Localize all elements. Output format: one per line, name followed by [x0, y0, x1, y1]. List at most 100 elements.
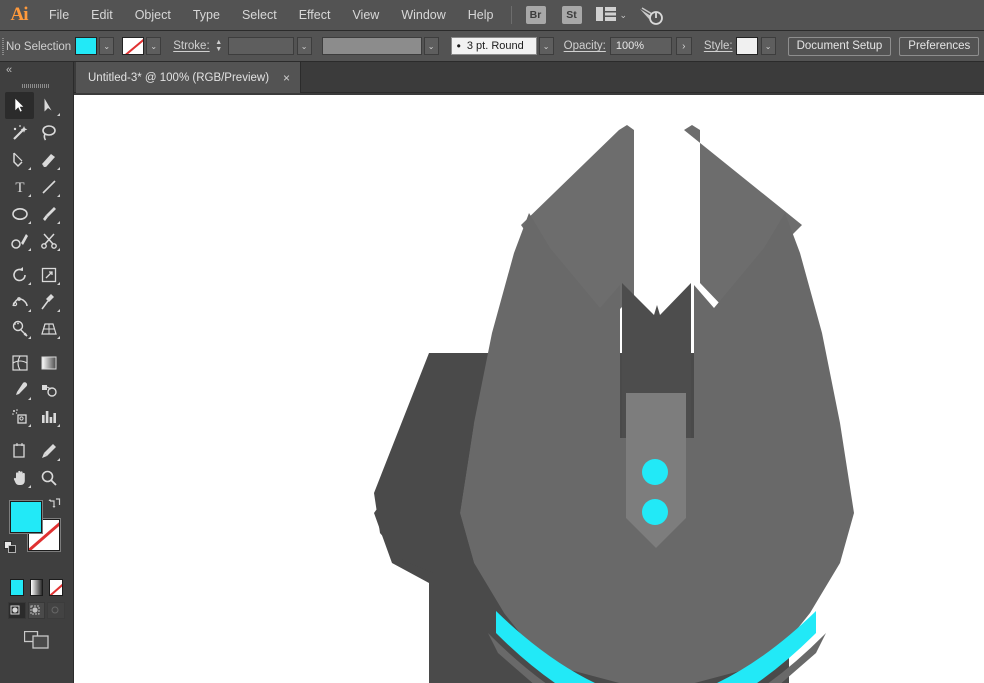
tool-flyout-indicator [57, 309, 60, 312]
menu-file[interactable]: File [38, 0, 80, 31]
tool-flyout-indicator [57, 167, 60, 170]
variable-width-profile-swatch[interactable] [321, 37, 422, 55]
gaming-mouse-illustration[interactable] [74, 93, 984, 683]
artboard-tool[interactable] [5, 437, 34, 464]
brush-definition-dropdown-button[interactable]: ⌄ [538, 37, 554, 55]
free-transform-tool[interactable] [34, 288, 63, 315]
bridge-button[interactable]: Br [525, 6, 546, 24]
fill-color-box[interactable] [10, 501, 42, 533]
type-tool[interactable]: T [5, 173, 34, 200]
tool-flyout-indicator [28, 221, 31, 224]
curvature-tool[interactable] [34, 146, 63, 173]
width-tool[interactable] [5, 288, 34, 315]
color-mode-swatch[interactable] [10, 579, 24, 596]
document-tab[interactable]: Untitled-3* @ 100% (RGB/Preview) × [76, 62, 302, 93]
arrange-chevron-down-icon: ⌄ [619, 9, 628, 20]
fill-dropdown-button[interactable]: ⌄ [99, 37, 115, 55]
opacity-input[interactable]: 100% [609, 37, 672, 55]
none-mode-swatch[interactable] [49, 579, 64, 596]
tool-flyout-indicator [28, 336, 31, 339]
direct-selection-tool[interactable] [34, 92, 63, 119]
draw-behind-icon[interactable] [27, 602, 46, 619]
magic-wand-tool[interactable] [5, 119, 34, 146]
perspective-grid-tool[interactable] [34, 315, 63, 342]
tool-flyout-indicator [28, 309, 31, 312]
stroke-weight-input[interactable] [227, 37, 294, 55]
stock-search-icon[interactable] [639, 6, 663, 25]
fill-color-swatch[interactable] [75, 37, 98, 55]
stroke-color-swatch[interactable] [122, 37, 145, 55]
pen-tool[interactable] [5, 146, 34, 173]
tool-flyout-indicator [57, 248, 60, 251]
tools-grid: T [0, 92, 73, 491]
stroke-dropdown-button[interactable]: ⌄ [146, 37, 162, 55]
menu-select[interactable]: Select [231, 0, 288, 31]
ellipse-tool[interactable] [5, 200, 34, 227]
change-screen-mode-icon [23, 630, 50, 655]
screen-mode-button[interactable] [0, 619, 73, 655]
opacity-value: 100% [615, 40, 644, 52]
opacity-options-link[interactable]: Opacity: [564, 40, 606, 52]
color-mode-buttons [0, 575, 73, 596]
preferences-button[interactable]: Preferences [899, 36, 980, 56]
menu-type[interactable]: Type [182, 0, 231, 31]
menu-window[interactable]: Window [390, 0, 456, 31]
style-options-link[interactable]: Style: [704, 40, 733, 52]
opacity-expand-button[interactable]: › [675, 37, 692, 55]
collapse-panel-icon[interactable]: « [6, 64, 12, 76]
gradient-mode-swatch[interactable] [29, 579, 44, 596]
shape-builder-tool[interactable] [5, 315, 34, 342]
stroke-weight-stepper[interactable]: ▲ ▼ [213, 37, 225, 55]
mesh-tool[interactable] [5, 349, 34, 376]
close-icon[interactable]: × [283, 71, 290, 85]
gradient-tool[interactable] [34, 349, 63, 376]
illustrator-window: Ai File Edit Object Type Select Effect V… [0, 0, 984, 683]
pencil-tool[interactable] [5, 227, 34, 254]
chevron-down-icon: ⌄ [103, 41, 111, 51]
document-setup-button[interactable]: Document Setup [787, 36, 892, 56]
graphic-style-swatch[interactable] [735, 37, 758, 55]
blend-tool[interactable] [34, 376, 63, 403]
tools-panel-grip[interactable] [0, 80, 73, 92]
default-fill-stroke-icon[interactable] [4, 541, 17, 554]
stroke-weight-dropdown-button[interactable]: ⌄ [296, 37, 312, 55]
menu-edit[interactable]: Edit [80, 0, 124, 31]
tool-flyout-indicator [57, 282, 60, 285]
tool-flyout-indicator [28, 248, 31, 251]
tool-flyout-indicator [57, 113, 60, 116]
menu-help[interactable]: Help [457, 0, 505, 31]
menu-effect[interactable]: Effect [288, 0, 342, 31]
tool-flyout-indicator [28, 167, 31, 170]
paintbrush-tool[interactable] [34, 200, 63, 227]
style-dropdown-button[interactable]: ⌄ [760, 37, 776, 55]
chevron-down-icon: ⌄ [300, 41, 308, 51]
slice-tool[interactable] [34, 437, 63, 464]
line-segment-tool[interactable] [34, 173, 63, 200]
symbol-sprayer-tool[interactable] [5, 403, 34, 430]
scale-tool[interactable] [34, 261, 63, 288]
arrange-documents-button[interactable]: ⌄ [590, 7, 628, 23]
brush-definition-select[interactable]: • 3 pt. Round [450, 37, 537, 55]
stock-button[interactable]: St [561, 6, 582, 24]
selection-tool[interactable] [5, 92, 34, 119]
rotate-tool[interactable] [5, 261, 34, 288]
menu-view[interactable]: View [341, 0, 390, 31]
variable-width-dropdown-button[interactable]: ⌄ [423, 37, 439, 55]
menu-object[interactable]: Object [124, 0, 182, 31]
scissors-tool[interactable] [34, 227, 63, 254]
eyedropper-tool[interactable] [5, 376, 34, 403]
brush-bullet-icon: • [456, 39, 461, 53]
tool-flyout-indicator [28, 485, 31, 488]
tool-flyout-indicator [28, 397, 31, 400]
lasso-tool[interactable] [34, 119, 63, 146]
tool-flyout-indicator [57, 458, 60, 461]
app-logo-icon: Ai [10, 4, 29, 25]
stroke-options-link[interactable]: Stroke: [173, 40, 209, 52]
artboard-canvas[interactable] [74, 93, 984, 683]
tool-flyout-indicator [28, 282, 31, 285]
zoom-tool[interactable] [34, 464, 63, 491]
draw-normal-icon[interactable] [8, 602, 26, 619]
hand-tool[interactable] [5, 464, 34, 491]
swap-fill-stroke-icon[interactable] [48, 497, 61, 513]
column-graph-tool[interactable] [34, 403, 63, 430]
